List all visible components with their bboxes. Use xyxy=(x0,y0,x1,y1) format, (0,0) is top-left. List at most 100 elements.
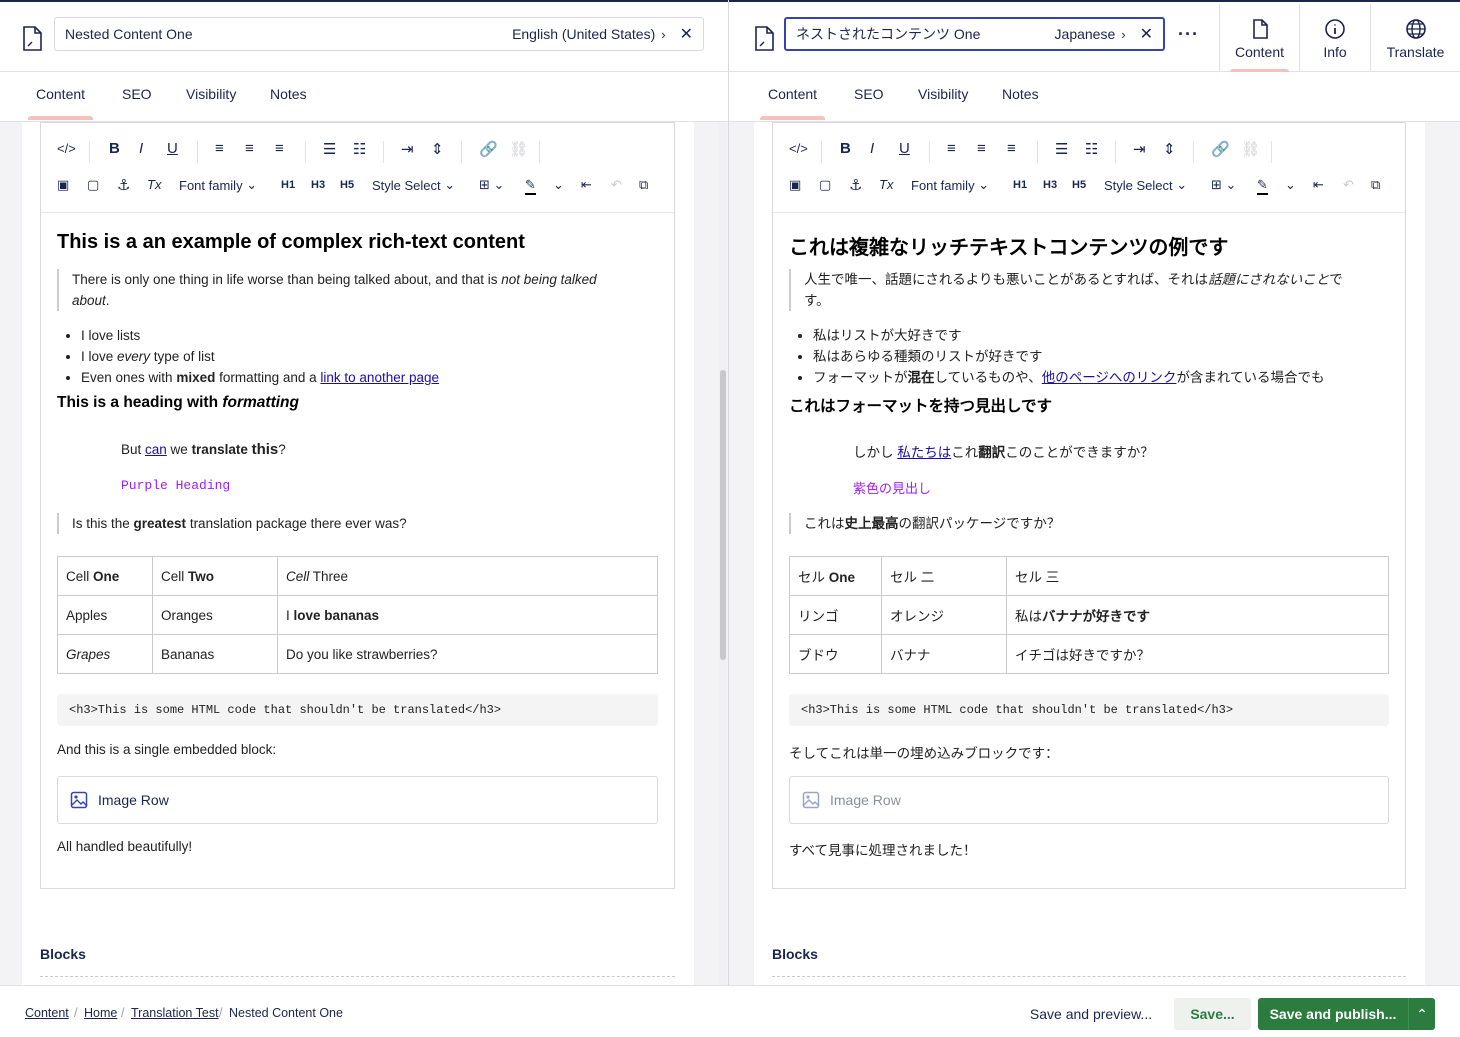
breadcrumb-separator: / xyxy=(74,1006,78,1020)
breadcrumb-home[interactable]: Home xyxy=(84,1006,117,1020)
close-icon[interactable]: ✕ xyxy=(680,24,693,44)
bullet-list-icon[interactable]: ☰ xyxy=(323,140,336,158)
h5-button[interactable]: H5 xyxy=(340,179,354,191)
chevron-down-icon[interactable]: ⌄ xyxy=(1285,177,1296,193)
font-family-select[interactable]: Font family ⌄ xyxy=(179,177,257,193)
inline-link[interactable]: can xyxy=(145,442,167,457)
left-rich-text-editor[interactable]: </> B I U ≡ ≡ ≡ ☰ ☷ ⇥ ⇕ 🔗 ⛓ ▣ ▢ ⚓ Tx Fon… xyxy=(40,122,675,889)
highlight-icon[interactable]: ✎ xyxy=(525,177,536,195)
font-family-label: Font family xyxy=(179,177,243,193)
clear-format-icon[interactable]: Tx xyxy=(147,177,161,192)
tab-seo[interactable]: SEO xyxy=(122,86,152,102)
link-another-page[interactable]: 他のページへのリンク xyxy=(1042,370,1177,385)
inline-link[interactable]: 私たちは xyxy=(897,445,951,460)
numbered-list-icon[interactable]: ☷ xyxy=(1085,140,1098,158)
list-item: 私はリストが大好きです xyxy=(813,325,1325,346)
chevron-up-icon[interactable]: ⌃ xyxy=(1408,998,1435,1030)
left-language-selector[interactable]: English (United States) xyxy=(512,26,655,42)
blocks-area[interactable] xyxy=(772,976,1406,985)
underline-icon[interactable]: U xyxy=(899,140,910,157)
highlight-icon[interactable]: ✎ xyxy=(1257,177,1268,195)
font-family-select[interactable]: Font family ⌄ xyxy=(911,177,989,193)
chevron-right-icon[interactable]: › xyxy=(661,27,665,42)
unlink-icon: ⛓ xyxy=(1241,141,1261,158)
link-another-page[interactable]: link to another page xyxy=(320,370,439,385)
blocks-icon[interactable]: ⧉ xyxy=(1371,177,1380,193)
outdent-icon[interactable]: ⇤ xyxy=(1313,177,1324,193)
save-and-publish-button[interactable]: Save and publish... xyxy=(1258,998,1408,1030)
tab-visibility[interactable]: Visibility xyxy=(918,86,968,102)
align-right-icon[interactable]: ≡ xyxy=(275,140,284,157)
table-icon[interactable]: ⊞ ⌄ xyxy=(1211,177,1236,193)
anchor-icon[interactable]: ⚓ xyxy=(117,176,130,194)
list-item: I love every type of list xyxy=(81,346,439,367)
media-icon[interactable]: ▢ xyxy=(87,177,99,193)
app-tab-info[interactable]: Info xyxy=(1299,4,1370,73)
align-left-icon[interactable]: ≡ xyxy=(215,140,224,157)
source-code-icon[interactable]: </> xyxy=(57,141,76,156)
tab-content[interactable]: Content xyxy=(27,86,94,120)
breadcrumb-translation-test[interactable]: Translation Test xyxy=(131,1006,219,1020)
h3-button[interactable]: H3 xyxy=(1043,179,1057,191)
blocks-area[interactable] xyxy=(40,976,675,985)
align-left-icon[interactable]: ≡ xyxy=(947,140,956,157)
left-name-input[interactable]: Nested Content One xyxy=(65,26,512,42)
blocks-icon[interactable]: ⧉ xyxy=(639,177,648,193)
right-name-input[interactable]: ネストされたコンテンツ One xyxy=(796,24,1055,44)
style-select[interactable]: Style Select ⌄ xyxy=(372,177,455,193)
table-icon[interactable]: ⊞ ⌄ xyxy=(479,177,504,193)
save-button[interactable]: Save... xyxy=(1174,998,1251,1030)
h1-button[interactable]: H1 xyxy=(1013,179,1027,191)
app-tab-content-label: Content xyxy=(1234,43,1285,60)
scrollbar-thumb[interactable] xyxy=(720,370,726,660)
embedded-block-image-row[interactable]: Image Row xyxy=(57,776,658,824)
indent-icon[interactable]: ⇥ xyxy=(401,140,414,158)
h1-button[interactable]: H1 xyxy=(281,179,295,191)
source-code-icon[interactable]: </> xyxy=(789,141,808,156)
tab-seo[interactable]: SEO xyxy=(854,86,884,102)
italic-icon[interactable]: I xyxy=(870,140,874,157)
underline-icon[interactable]: U xyxy=(167,140,178,157)
breadcrumb-content[interactable]: Content xyxy=(25,1006,69,1020)
right-language-selector[interactable]: Japanese xyxy=(1055,26,1116,42)
italic-icon[interactable]: I xyxy=(139,140,143,157)
align-center-icon[interactable]: ≡ xyxy=(977,140,986,157)
bullet-list-icon[interactable]: ☰ xyxy=(1055,140,1068,158)
horizontal-rule-icon[interactable]: ⇕ xyxy=(1163,140,1176,158)
style-select[interactable]: Style Select ⌄ xyxy=(1104,177,1187,193)
close-icon[interactable]: ✕ xyxy=(1140,24,1153,44)
chevron-right-icon[interactable]: › xyxy=(1121,27,1125,42)
right-rich-text-editor[interactable]: </> B I U ≡ ≡ ≡ ☰ ☷ ⇥ ⇕ 🔗 ⛓ ▣ ▢ ⚓ Tx Fon… xyxy=(772,122,1406,889)
tab-notes[interactable]: Notes xyxy=(270,86,307,102)
subheading: This is a heading with formatting xyxy=(57,394,299,411)
chevron-down-icon[interactable]: ⌄ xyxy=(553,177,564,193)
scrollbar[interactable] xyxy=(719,122,727,985)
image-icon[interactable]: ▣ xyxy=(57,177,69,193)
horizontal-rule-icon[interactable]: ⇕ xyxy=(431,140,444,158)
link-icon[interactable]: 🔗 xyxy=(1211,140,1230,158)
indent-icon[interactable]: ⇥ xyxy=(1133,140,1146,158)
anchor-icon[interactable]: ⚓ xyxy=(849,176,862,194)
bold-icon[interactable]: B xyxy=(109,140,120,157)
numbered-list-icon[interactable]: ☷ xyxy=(353,140,366,158)
clear-format-icon[interactable]: Tx xyxy=(879,177,893,192)
style-select-label: Style Select xyxy=(372,177,441,193)
tab-content[interactable]: Content xyxy=(759,86,826,120)
bold-icon[interactable]: B xyxy=(840,140,851,157)
tab-notes[interactable]: Notes xyxy=(1002,86,1039,102)
outdent-icon[interactable]: ⇤ xyxy=(581,177,592,193)
link-icon[interactable]: 🔗 xyxy=(479,140,498,158)
h5-button[interactable]: H5 xyxy=(1072,179,1086,191)
h3-button[interactable]: H3 xyxy=(311,179,325,191)
align-right-icon[interactable]: ≡ xyxy=(1007,140,1016,157)
tab-visibility[interactable]: Visibility xyxy=(186,86,236,102)
left-name-field[interactable]: Nested Content One English (United State… xyxy=(54,17,704,51)
right-name-field[interactable]: ネストされたコンテンツ One Japanese › ✕ xyxy=(784,17,1165,51)
image-icon[interactable]: ▣ xyxy=(789,177,801,193)
align-center-icon[interactable]: ≡ xyxy=(245,140,254,157)
media-icon[interactable]: ▢ xyxy=(819,177,831,193)
app-tab-content[interactable]: Content xyxy=(1219,4,1299,73)
save-and-preview-button[interactable]: Save and preview... xyxy=(1022,998,1160,1030)
app-tab-translate[interactable]: Translate xyxy=(1370,4,1460,73)
more-actions-icon[interactable]: ··· xyxy=(1178,24,1199,45)
